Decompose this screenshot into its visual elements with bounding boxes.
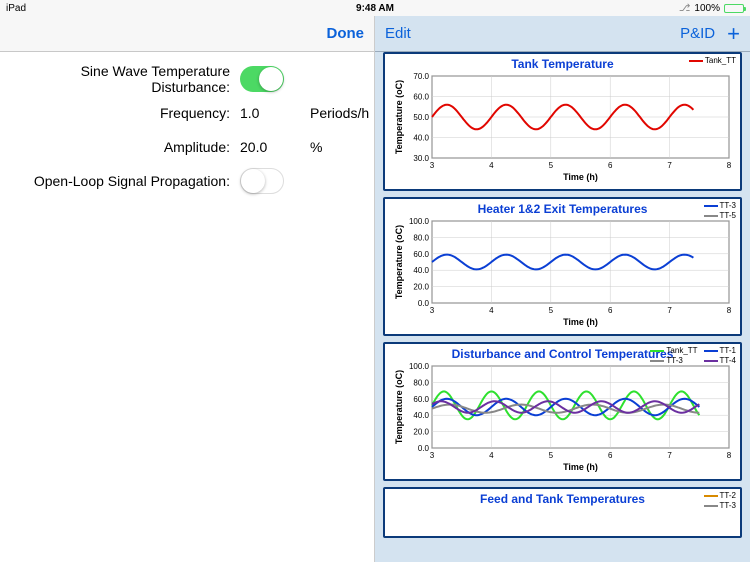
svg-text:40.0: 40.0 [413,134,429,143]
svg-text:60.0: 60.0 [413,395,429,404]
battery-icon [724,4,744,13]
svg-text:3: 3 [430,451,435,460]
svg-text:60.0: 60.0 [413,250,429,259]
svg-text:3: 3 [430,306,435,315]
svg-text:6: 6 [608,306,613,315]
chart-card[interactable]: Feed and Tank TemperaturesTT-2TT-3 [383,487,742,538]
chart-plot: 30.0 40.0 50.0 60.0 70.0 3 4 5 6 7 8 Time (h) Temper… [389,72,736,182]
svg-text:5: 5 [549,451,554,460]
edit-button[interactable]: Edit [385,25,411,42]
legend-label: TT-3 [720,201,736,211]
chart-legend: TT-2TT-3 [704,491,736,511]
svg-text:30.0: 30.0 [413,154,429,163]
open-loop-toggle[interactable] [240,168,284,194]
status-time: 9:48 AM [356,3,394,14]
svg-text:8: 8 [727,451,732,460]
svg-text:7: 7 [667,451,672,460]
chart-title: Tank Temperature [389,56,736,72]
svg-text:60.0: 60.0 [413,93,429,102]
svg-text:Temperature (oC): Temperature (oC) [394,225,404,299]
frequency-label: Frequency: [15,105,240,121]
svg-text:7: 7 [667,306,672,315]
svg-text:70.0: 70.0 [413,72,429,81]
legend-label: TT-4 [720,356,736,366]
svg-text:Time (h): Time (h) [563,317,598,327]
chart-card[interactable]: Heater 1&2 Exit TemperaturesTT-3TT-5 0.0 2… [383,197,742,336]
status-battery-pct: 100% [694,3,720,14]
svg-text:Temperature (oC): Temperature (oC) [394,370,404,444]
frequency-input[interactable] [240,100,300,126]
amplitude-label: Amplitude: [15,139,240,155]
svg-text:Time (h): Time (h) [563,172,598,182]
chart-card[interactable]: Disturbance and Control TemperaturesTank… [383,342,742,481]
chart-legend: Tank_TT [689,56,736,66]
svg-text:20.0: 20.0 [413,428,429,437]
svg-text:0.0: 0.0 [418,299,430,308]
legend-label: TT-5 [720,211,736,221]
settings-form: Sine Wave Temperature Disturbance: Frequ… [0,52,374,198]
svg-text:6: 6 [608,451,613,460]
chart-title: Feed and Tank Temperatures [389,491,736,507]
svg-text:5: 5 [549,161,554,170]
legend-label: TT-3 [666,356,682,366]
svg-text:4: 4 [489,306,494,315]
svg-text:4: 4 [489,451,494,460]
svg-text:100.0: 100.0 [409,362,430,371]
done-button[interactable]: Done [327,25,365,42]
open-loop-label: Open-Loop Signal Propagation: [15,173,240,189]
amplitude-unit: % [300,139,359,155]
right-nav-bar: Edit P&ID + [375,16,750,52]
sine-disturbance-label: Sine Wave Temperature Disturbance: [15,63,240,95]
charts-pane: Edit P&ID + Tank TemperatureTank_TT30.04… [375,16,750,562]
legend-label: Tank_TT [666,346,697,356]
legend-label: Tank_TT [705,56,736,66]
svg-text:6: 6 [608,161,613,170]
chart-plot: 0.0 20.0 40.0 60.0 80.0 100.0 3 4 5 6 7 8 Time (h) Te… [389,362,736,472]
svg-text:80.0: 80.0 [413,378,429,387]
svg-text:20.0: 20.0 [413,283,429,292]
legend-label: TT-2 [720,491,736,501]
legend-label: TT-3 [720,501,736,511]
left-nav-bar: Done [0,16,374,52]
chart-legend: TT-3TT-5 [704,201,736,221]
add-button[interactable]: + [727,28,740,39]
pid-button[interactable]: P&ID [680,25,715,42]
chart-legend: Tank_TT TT-1 TT-3 TT-4 [650,346,736,366]
status-bar: iPad 9:48 AM ⎇ 100% [0,0,750,16]
status-carrier: iPad [6,3,106,14]
amplitude-input[interactable] [240,134,300,160]
charts-scroll[interactable]: Tank TemperatureTank_TT30.040.050.060.07… [375,52,750,562]
svg-text:40.0: 40.0 [413,266,429,275]
svg-text:4: 4 [489,161,494,170]
svg-text:50.0: 50.0 [413,113,429,122]
bluetooth-icon: ⎇ [679,3,691,14]
legend-label: TT-1 [720,346,736,356]
svg-text:Temperature (oC): Temperature (oC) [394,80,404,154]
svg-text:100.0: 100.0 [409,217,430,226]
frequency-unit: Periods/h [300,105,369,121]
svg-text:8: 8 [727,161,732,170]
svg-text:80.0: 80.0 [413,233,429,242]
svg-text:40.0: 40.0 [413,411,429,420]
svg-text:3: 3 [430,161,435,170]
settings-pane: Done Sine Wave Temperature Disturbance: … [0,16,375,562]
svg-text:0.0: 0.0 [418,444,430,453]
chart-card[interactable]: Tank TemperatureTank_TT 30.0 40.0 50.0 60.0 7… [383,52,742,191]
svg-text:5: 5 [549,306,554,315]
svg-text:8: 8 [727,306,732,315]
sine-disturbance-toggle[interactable] [240,66,284,92]
svg-text:Time (h): Time (h) [563,462,598,472]
chart-plot: 0.0 20.0 40.0 60.0 80.0 100.0 3 4 5 6 7 8 Time (h) Te… [389,217,736,327]
svg-text:7: 7 [667,161,672,170]
chart-plot [389,507,736,529]
chart-title: Heater 1&2 Exit Temperatures [389,201,736,217]
